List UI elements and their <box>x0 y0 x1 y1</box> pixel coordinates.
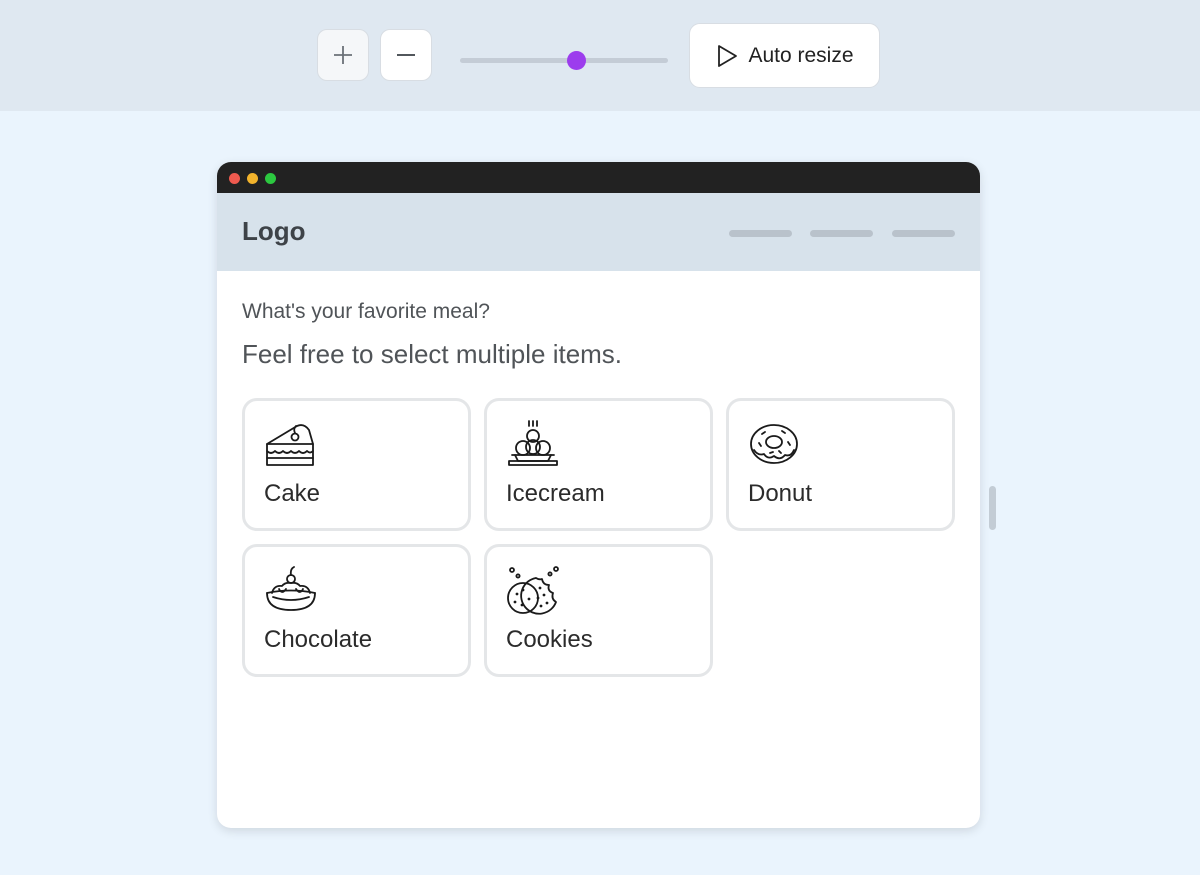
option-label: Cookies <box>506 626 593 653</box>
plus-icon <box>334 46 352 64</box>
minimize-dot[interactable] <box>247 173 258 184</box>
option-label: Cake <box>264 480 321 507</box>
auto-resize-label: Auto resize <box>748 43 854 67</box>
preview-toolbar: Auto resize <box>0 0 1200 111</box>
resize-handle[interactable] <box>989 486 996 530</box>
donut-icon <box>750 424 798 464</box>
option-label: Chocolate <box>264 626 373 653</box>
question-subtitle: Feel free to select multiple items. <box>242 339 623 369</box>
auto-resize-button[interactable]: Auto resize <box>689 23 880 88</box>
option-card-cookies[interactable]: Cookies <box>484 544 713 677</box>
minus-icon <box>397 54 415 56</box>
nav-item-1[interactable] <box>729 230 792 237</box>
play-icon <box>718 44 738 67</box>
option-card-donut[interactable]: Donut <box>726 398 955 531</box>
option-card-cake[interactable]: Cake <box>242 398 471 531</box>
question-label: What's your favorite meal? <box>242 300 490 323</box>
cake-icon <box>266 424 314 466</box>
nav-item-2[interactable] <box>810 230 873 237</box>
option-card-chocolate[interactable]: Chocolate <box>242 544 471 677</box>
option-label: Donut <box>748 480 813 507</box>
size-slider-thumb[interactable] <box>566 51 586 70</box>
browser-window: Logo What's your favorite meal? Feel fre… <box>217 162 980 828</box>
cookies-icon <box>507 566 559 615</box>
close-dot[interactable] <box>229 173 240 184</box>
icecream-icon <box>508 420 558 466</box>
maximize-dot[interactable] <box>265 173 276 184</box>
chocolate-icon <box>266 566 316 611</box>
option-card-icecream[interactable]: Icecream <box>484 398 713 531</box>
site-header: Logo <box>217 193 980 271</box>
browser-titlebar <box>217 162 980 193</box>
option-label: Icecream <box>506 480 605 507</box>
zoom-out-button[interactable] <box>380 29 432 81</box>
nav-item-3[interactable] <box>892 230 955 237</box>
zoom-in-button[interactable] <box>317 29 369 81</box>
size-slider[interactable] <box>460 51 668 70</box>
site-logo[interactable]: Logo <box>242 216 306 247</box>
